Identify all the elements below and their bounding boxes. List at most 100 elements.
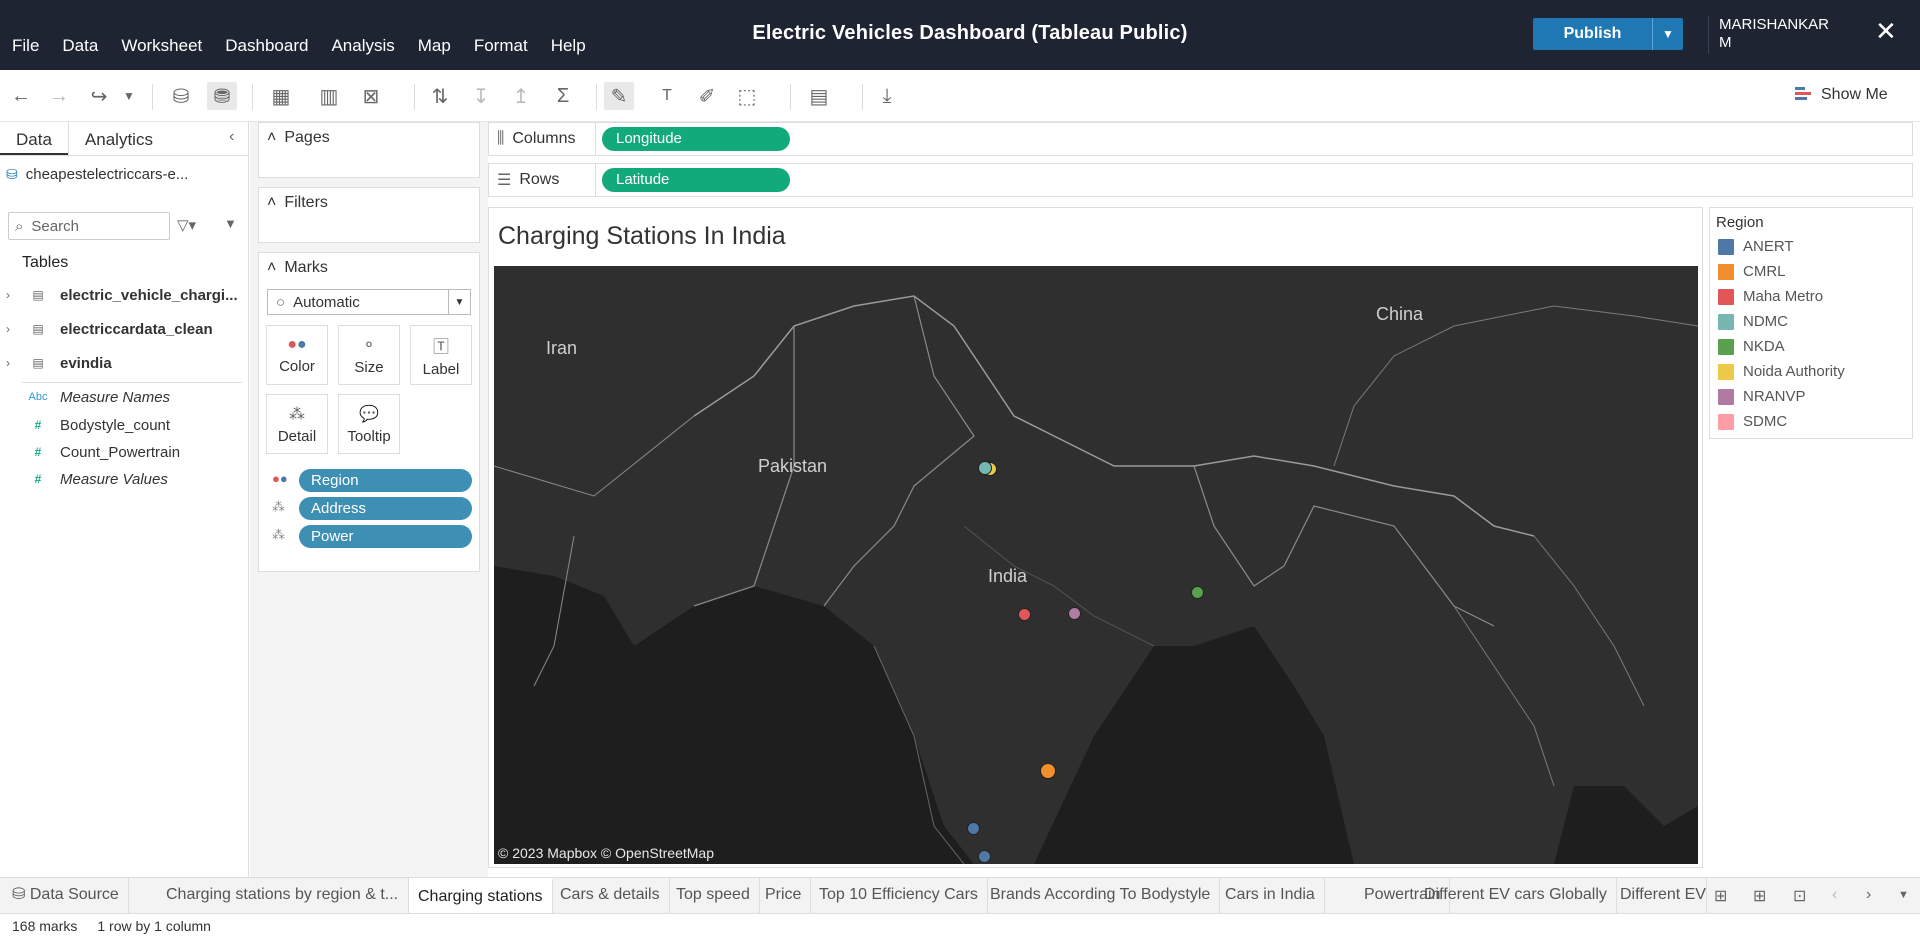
redo-icon[interactable]: → <box>44 82 74 110</box>
tab-sheet[interactable]: Different EV <box>1611 878 1707 914</box>
new-data-source-icon[interactable]: ⛁ <box>166 82 196 110</box>
tabs-menu-icon[interactable]: ▼ <box>1898 889 1909 901</box>
table-item[interactable]: › ▤ evindia <box>0 350 245 376</box>
format-workbook-icon[interactable]: ✐ <box>692 82 722 110</box>
legend-item[interactable]: SDMC <box>1718 413 1787 430</box>
longitude-pill[interactable]: Longitude <box>602 127 790 151</box>
map-point-nranvp[interactable] <box>1068 607 1081 620</box>
scroll-left-icon[interactable]: ‹ <box>1832 886 1837 904</box>
new-worksheet-tab-icon[interactable]: ⊞ <box>1714 886 1727 906</box>
worksheet-title: Charging Stations In India <box>498 222 786 250</box>
tab-data[interactable]: Data <box>0 122 68 155</box>
new-worksheet-icon[interactable]: ▦ <box>266 82 296 110</box>
tooltip-button[interactable]: 💬 Tooltip <box>338 394 400 454</box>
expand-icon[interactable]: › <box>0 322 16 336</box>
tab-sheet-active[interactable]: Charging stations <box>409 878 553 914</box>
pages-card[interactable]: ˄ Pages <box>258 122 480 178</box>
swap-rows-columns-icon[interactable]: ⇅ <box>425 82 455 110</box>
tab-sheet[interactable]: Price <box>756 878 812 914</box>
totals-icon[interactable]: Σ <box>548 82 578 110</box>
map-point-nkda[interactable] <box>1191 586 1204 599</box>
tab-analytics[interactable]: Analytics <box>67 122 169 155</box>
highlight-icon[interactable]: ✎ <box>604 82 634 110</box>
expand-icon[interactable]: › <box>0 356 16 370</box>
power-pill[interactable]: Power <box>299 525 472 548</box>
legend-item[interactable]: Maha Metro <box>1718 288 1823 305</box>
sort-ascending-icon[interactable]: ↧ <box>466 82 496 110</box>
map-point-maha-metro[interactable] <box>1018 608 1031 621</box>
publish-button[interactable]: Publish ▼ <box>1533 18 1683 50</box>
tab-sheet[interactable]: Top speed <box>667 878 760 914</box>
fit-icon[interactable]: ⬚ <box>732 82 762 110</box>
detail-button[interactable]: ⁂ Detail <box>266 394 328 454</box>
publish-dropdown-icon[interactable]: ▼ <box>1653 18 1683 50</box>
sort-descending-icon[interactable]: ↥ <box>506 82 536 110</box>
show-me-button[interactable]: Show Me <box>1795 86 1888 104</box>
color-button[interactable]: ●● Color <box>266 325 328 385</box>
collapse-icon[interactable]: ˄ <box>267 194 276 212</box>
region-pill[interactable]: Region <box>299 469 472 492</box>
table-name: electric_vehicle_chargi... <box>60 286 238 304</box>
legend-item[interactable]: NRANVP <box>1718 388 1806 405</box>
color-encoding-icon: ●● <box>272 471 288 486</box>
undo-icon[interactable]: ← <box>6 82 36 110</box>
tab-sheet[interactable]: Brands According To Bodystyle <box>981 878 1221 914</box>
columns-shelf[interactable]: ⫼ Columns Longitude <box>488 122 1913 156</box>
show-mark-labels-icon[interactable]: T <box>652 82 682 110</box>
map-view[interactable]: Iran Pakistan India China © 2023 Mapbox … <box>494 266 1698 864</box>
rows-shelf[interactable]: ☰ Rows Latitude <box>488 163 1913 197</box>
data-pane-menu-icon[interactable]: ▼ <box>224 216 237 231</box>
pause-updates-icon[interactable]: ⛃ <box>207 82 237 110</box>
data-source[interactable]: ⛁ cheapestelectriccars-e... <box>6 166 188 183</box>
map-point-cmrl[interactable] <box>1040 763 1056 779</box>
download-icon[interactable]: ⤓ <box>872 82 902 110</box>
new-dashboard-tab-icon[interactable]: ⊞ <box>1753 886 1766 906</box>
replay-dropdown-icon[interactable]: ▼ <box>114 82 144 110</box>
show-cards-icon[interactable]: ▤ <box>804 82 834 110</box>
title-bar: File Data Worksheet Dashboard Analysis M… <box>0 0 1920 70</box>
scroll-right-icon[interactable]: › <box>1866 886 1871 904</box>
cards-pane: ˄ Pages ˄ Filters ˄ Marks ○ Automatic ▼ ●● … <box>250 122 488 877</box>
field-item[interactable]: # Bodystyle_count <box>0 412 245 438</box>
table-item[interactable]: › ▤ electric_vehicle_chargi... <box>0 282 245 308</box>
latitude-pill[interactable]: Latitude <box>602 168 790 192</box>
size-button[interactable]: ⚬ Size <box>338 325 400 385</box>
tab-sheet[interactable]: Different EV cars Globally <box>1415 878 1617 914</box>
close-icon[interactable]: ✕ <box>1875 16 1897 47</box>
map-point-anert[interactable] <box>967 822 980 835</box>
publish-label[interactable]: Publish <box>1533 18 1653 50</box>
legend-item[interactable]: NKDA <box>1718 338 1785 355</box>
clear-sheet-icon[interactable]: ⊠ <box>356 82 386 110</box>
mark-type-select[interactable]: ○ Automatic ▼ <box>267 289 471 315</box>
collapse-pane-icon[interactable]: ‹ <box>229 128 234 146</box>
field-item[interactable]: # Measure Values <box>0 466 245 492</box>
collapse-icon[interactable]: ˄ <box>267 129 276 147</box>
replay-icon[interactable]: ↪ <box>84 82 114 110</box>
legend-item[interactable]: ANERT <box>1718 238 1794 255</box>
marks-label: Marks <box>284 259 328 276</box>
filters-card[interactable]: ˄ Filters <box>258 187 480 243</box>
chevron-down-icon[interactable]: ▼ <box>448 290 470 314</box>
map-point-ndmc[interactable] <box>978 461 992 475</box>
map-point-anert[interactable] <box>978 850 991 863</box>
label-button[interactable]: 🅃 Label <box>410 325 472 385</box>
table-item[interactable]: › ▤ electriccardata_clean <box>0 316 245 342</box>
tab-sheet[interactable]: Top 10 Efficiency Cars <box>810 878 988 914</box>
collapse-icon[interactable]: ˄ <box>267 259 276 277</box>
tab-sheet[interactable]: Charging stations by region & t... <box>157 878 409 914</box>
user-menu[interactable]: MARISHANKAR M <box>1708 16 1829 54</box>
field-item[interactable]: # Count_Powertrain <box>0 439 245 465</box>
tab-sheet[interactable]: Cars in India <box>1216 878 1325 914</box>
tab-data-source[interactable]: ⛁ Data Source <box>0 878 129 914</box>
duplicate-sheet-icon[interactable]: ▥ <box>314 82 344 110</box>
address-pill[interactable]: Address <box>299 497 472 520</box>
expand-icon[interactable]: › <box>0 288 16 302</box>
field-search-input[interactable]: ⌕ Search <box>8 212 170 240</box>
new-story-tab-icon[interactable]: ⊡ <box>1793 886 1806 906</box>
legend-item[interactable]: Noida Authority <box>1718 363 1845 380</box>
field-item[interactable]: Abc Measure Names <box>0 384 245 410</box>
tab-sheet[interactable]: Cars & details <box>551 878 670 914</box>
legend-item[interactable]: CMRL <box>1718 263 1786 280</box>
filter-fields-icon[interactable]: ▽▾ <box>177 216 196 234</box>
legend-item[interactable]: NDMC <box>1718 313 1788 330</box>
